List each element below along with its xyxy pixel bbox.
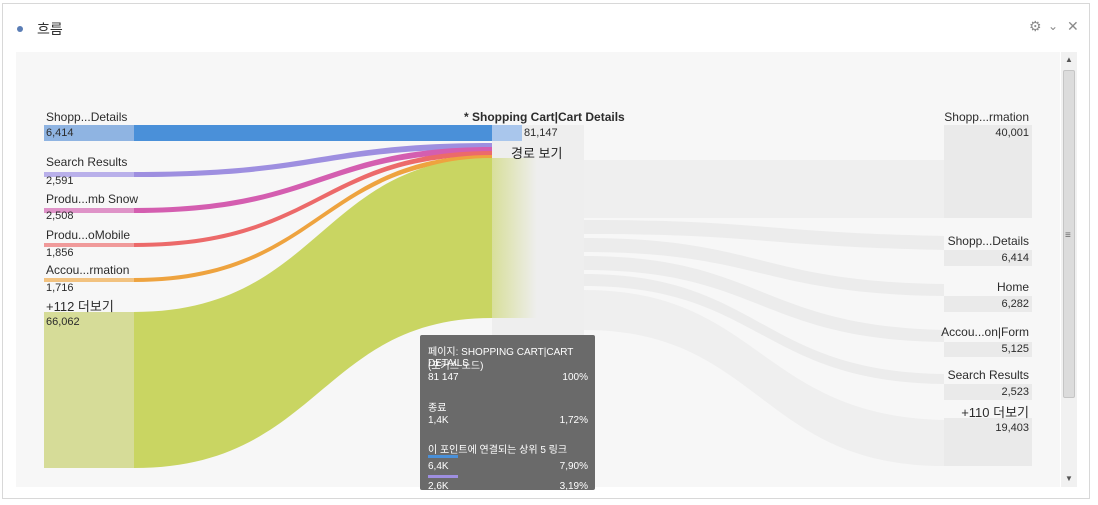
left-node-value-4: 1,856 bbox=[46, 247, 74, 259]
left-more-link[interactable]: +112 더보기 bbox=[46, 296, 114, 315]
outgoing-flows bbox=[584, 160, 944, 466]
tooltip-link2-swatch bbox=[428, 475, 458, 478]
center-node-value: 81,147 bbox=[524, 127, 558, 139]
node-tooltip: 페이지: SHOPPING CART|CART DETAILS (포커스 노드)… bbox=[420, 335, 595, 490]
left-node-label-5[interactable]: Accou...rmation bbox=[46, 263, 129, 277]
tooltip-link1-swatch bbox=[428, 455, 458, 458]
right-more-link[interactable]: +110 더보기 bbox=[900, 402, 1029, 421]
tooltip-subtitle: (포커스 노드) bbox=[428, 361, 484, 372]
left-node-value-3: 2,508 bbox=[46, 210, 74, 222]
left-node-value-5: 1,716 bbox=[46, 282, 74, 294]
tooltip-links-label: 이 포인트에 연결되는 상위 5 링크 bbox=[428, 445, 568, 456]
scroll-down-icon[interactable]: ▼ bbox=[1061, 474, 1077, 483]
left-node-label-3[interactable]: Produ...mb Snow bbox=[46, 192, 138, 206]
right-node-label-4[interactable]: Accou...on|Form bbox=[900, 325, 1029, 339]
left-node-label-4[interactable]: Produ...oMobile bbox=[46, 228, 130, 242]
right-node-label-5[interactable]: Search Results bbox=[900, 368, 1029, 382]
tooltip-link2-pct: 3,19% bbox=[559, 481, 588, 490]
left-node-value-1: 6,414 bbox=[46, 127, 74, 139]
view-path-label[interactable]: 경로 보기 bbox=[511, 143, 562, 162]
center-node-title[interactable]: * Shopping Cart|Cart Details bbox=[464, 110, 625, 124]
flow-link-1 bbox=[134, 125, 492, 141]
right-node-value-4: 5,125 bbox=[1001, 343, 1029, 355]
left-node-bar-6 bbox=[44, 312, 134, 468]
center-fade bbox=[492, 158, 537, 318]
left-node-label-2[interactable]: Search Results bbox=[46, 155, 127, 169]
right-node-value-1: 40,001 bbox=[995, 127, 1029, 139]
right-node-value-3: 6,282 bbox=[1001, 298, 1029, 310]
tooltip-exit-pct: 1,72% bbox=[559, 415, 588, 426]
scroll-grip-icon: ≡ bbox=[1065, 230, 1071, 241]
right-node-label-1[interactable]: Shopp...rmation bbox=[900, 110, 1029, 124]
vertical-scrollbar[interactable]: ▲ ≡ ▼ bbox=[1061, 52, 1077, 487]
left-node-value-2: 2,591 bbox=[46, 175, 74, 187]
tooltip-total-pct: 100% bbox=[562, 372, 588, 383]
right-node-label-3[interactable]: Home bbox=[900, 280, 1029, 294]
left-node-value-6: 66,062 bbox=[46, 316, 80, 328]
left-node-label-1[interactable]: Shopp...Details bbox=[46, 110, 127, 124]
right-node-value-2: 6,414 bbox=[1001, 252, 1029, 264]
right-node-value-6: 19,403 bbox=[995, 422, 1029, 434]
center-node-highlight bbox=[492, 125, 522, 141]
tooltip-link1-pct: 7,90% bbox=[559, 461, 588, 472]
tooltip-exit-label: 종료 bbox=[428, 403, 447, 414]
scroll-up-icon[interactable]: ▲ bbox=[1061, 55, 1077, 64]
right-node-label-2[interactable]: Shopp...Details bbox=[900, 234, 1029, 248]
right-node-value-5: 2,523 bbox=[1001, 386, 1029, 398]
